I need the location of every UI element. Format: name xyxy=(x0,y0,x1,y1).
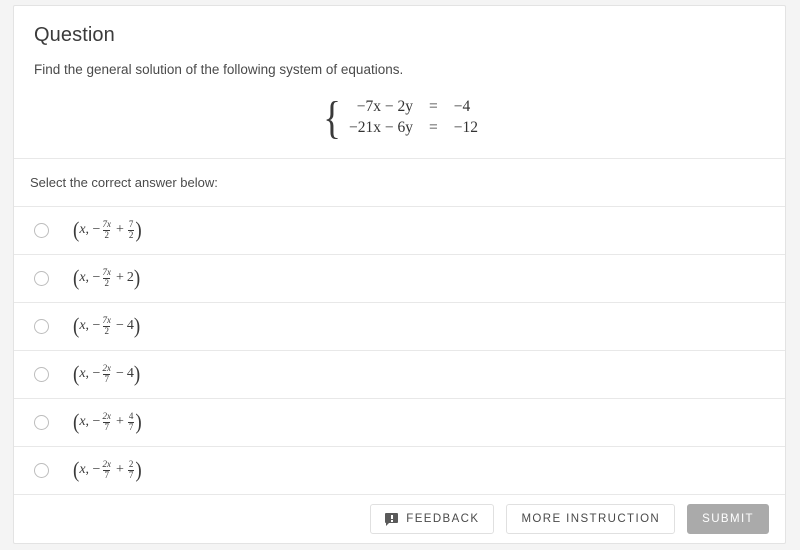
equation-2-rhs: −12 xyxy=(453,119,479,137)
system-of-equations: { −7x − 2y = −4 −21x − 6y = −12 xyxy=(321,91,478,143)
open-paren: ( xyxy=(73,218,80,243)
radio-button-2[interactable] xyxy=(34,270,49,286)
option-5-comma: , xyxy=(85,414,93,430)
option-3-constant: 4 xyxy=(126,318,134,334)
action-bar: FEEDBACK MORE INSTRUCTION SUBMIT xyxy=(14,495,785,543)
question-block: Question Find the general solution of th… xyxy=(14,6,785,159)
question-prompt: Find the general solution of the followi… xyxy=(34,62,404,77)
answer-option-5[interactable]: ( x, − 2x 7 + 4 7 ) xyxy=(14,399,785,447)
close-paren: ) xyxy=(133,362,141,387)
option-2-constant: 2 xyxy=(126,270,134,286)
radio-button-1[interactable] xyxy=(34,222,49,238)
option-6-comma: , xyxy=(85,462,93,478)
option-1-operator: + xyxy=(115,222,124,238)
option-5-sign: − xyxy=(92,414,101,430)
open-paren: ( xyxy=(73,266,80,291)
close-paren: ) xyxy=(135,218,142,243)
answer-option-1-label: ( x, − 7x 2 + 7 2 ) xyxy=(73,218,142,243)
option-4-constant: 4 xyxy=(126,366,134,382)
left-brace-icon: { xyxy=(323,91,341,143)
page-title: Question xyxy=(34,24,115,46)
equation-2-lhs: −21x − 6y xyxy=(349,119,414,137)
option-5-coefficient-fraction: 2x 7 xyxy=(102,411,111,432)
more-instruction-button-label: MORE INSTRUCTION xyxy=(521,513,661,526)
option-3-coefficient-fraction: 7x 2 xyxy=(102,315,111,336)
submit-button[interactable]: SUBMIT xyxy=(687,504,769,535)
answer-option-3[interactable]: ( x, − 7x 2 − 4 ) xyxy=(14,303,785,351)
option-2-operator: + xyxy=(115,270,124,286)
option-1-coefficient-fraction: 7x 2 xyxy=(102,219,111,240)
close-paren: ) xyxy=(133,266,141,291)
feedback-button[interactable]: FEEDBACK xyxy=(370,504,495,535)
radio-button-5[interactable] xyxy=(34,414,49,430)
answer-option-1[interactable]: ( x, − 7x 2 + 7 2 ) xyxy=(14,207,785,255)
answer-option-2[interactable]: ( x, − 7x 2 + 2 ) xyxy=(14,255,785,303)
equation-2-relation: = xyxy=(429,119,438,137)
option-3-operator: − xyxy=(115,318,124,334)
open-paren: ( xyxy=(73,410,80,435)
select-answer-prompt: Select the correct answer below: xyxy=(14,159,785,207)
option-4-operator: − xyxy=(115,366,124,382)
answer-option-4[interactable]: ( x, − 2x 7 − 4 ) xyxy=(14,351,785,399)
equation-1-rhs: −4 xyxy=(453,98,471,116)
option-1-comma: , xyxy=(85,222,93,238)
close-paren: ) xyxy=(135,410,142,435)
more-instruction-button[interactable]: MORE INSTRUCTION xyxy=(506,504,676,535)
option-6-sign: − xyxy=(92,462,101,478)
option-2-coefficient-fraction: 7x 2 xyxy=(102,267,111,288)
open-paren: ( xyxy=(73,314,80,339)
option-4-coefficient-fraction: 2x 7 xyxy=(102,363,111,384)
radio-button-3[interactable] xyxy=(34,318,49,334)
option-3-comma: , xyxy=(85,318,93,334)
close-paren: ) xyxy=(133,314,141,339)
question-card: Question Find the general solution of th… xyxy=(13,5,786,544)
submit-button-label: SUBMIT xyxy=(702,513,754,526)
answer-option-6-label: ( x, − 2x 7 + 2 7 ) xyxy=(73,458,142,483)
comment-alert-icon xyxy=(385,513,399,527)
open-paren: ( xyxy=(73,458,80,483)
answer-option-6[interactable]: ( x, − 2x 7 + 2 7 ) xyxy=(14,447,785,495)
answer-option-5-label: ( x, − 2x 7 + 4 7 ) xyxy=(73,410,142,435)
feedback-button-label: FEEDBACK xyxy=(406,513,480,526)
option-5-operator: + xyxy=(115,414,124,430)
equation-rows: −7x − 2y = −4 −21x − 6y = −12 xyxy=(349,98,478,137)
answer-option-2-label: ( x, − 7x 2 + 2 ) xyxy=(73,266,141,291)
option-2-sign: − xyxy=(92,270,101,286)
option-4-comma: , xyxy=(85,366,93,382)
equation-1-lhs: −7x − 2y xyxy=(356,98,414,116)
option-1-constant-fraction: 7 2 xyxy=(127,219,135,240)
close-paren: ) xyxy=(135,458,142,483)
equation-system: { −7x − 2y = −4 −21x − 6y = −12 xyxy=(34,88,765,152)
open-paren: ( xyxy=(73,362,80,387)
option-6-coefficient-fraction: 2x 7 xyxy=(102,459,111,480)
option-6-operator: + xyxy=(115,462,124,478)
option-3-sign: − xyxy=(92,318,101,334)
option-5-constant-fraction: 4 7 xyxy=(127,411,135,432)
option-4-sign: − xyxy=(92,366,101,382)
answer-option-3-label: ( x, − 7x 2 − 4 ) xyxy=(73,314,141,339)
radio-button-4[interactable] xyxy=(34,366,49,382)
option-2-comma: , xyxy=(85,270,93,286)
option-6-constant-fraction: 2 7 xyxy=(127,459,135,480)
radio-button-6[interactable] xyxy=(34,462,49,478)
answer-option-4-label: ( x, − 2x 7 − 4 ) xyxy=(73,362,141,387)
equation-1-relation: = xyxy=(429,98,438,116)
option-1-sign: − xyxy=(92,222,101,238)
